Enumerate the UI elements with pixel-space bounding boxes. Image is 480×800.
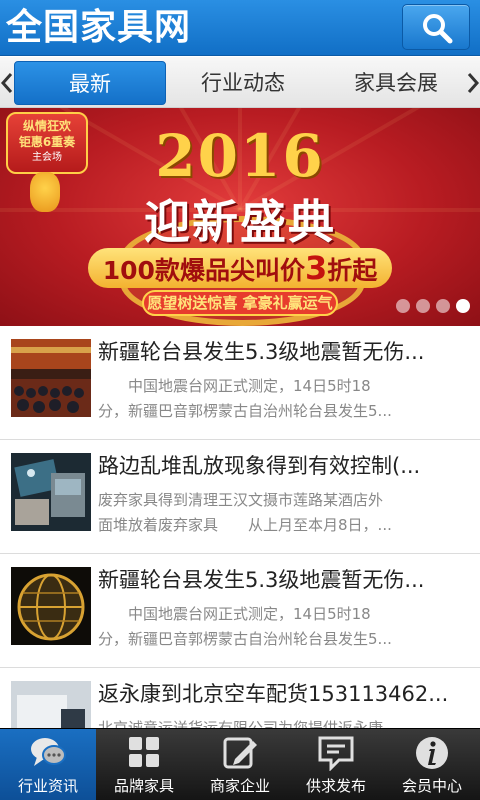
tab-industry-news[interactable]: 行业动态 [168,61,318,105]
info-icon [416,737,448,769]
search-icon [423,14,453,44]
news-thumbnail [11,339,91,417]
nav-brand-furniture[interactable]: 品牌家具 [96,729,192,800]
nav-label: 品牌家具 [113,777,174,795]
nav-member-center[interactable]: 会员中心 [384,729,480,800]
banner-year: 2016 [155,122,325,190]
tab-latest[interactable]: 最新 [14,61,166,105]
promo-banner[interactable]: 纵情狂欢 钜惠6重奏 主会场 2016 迎新盛典 100款爆品尖叫价3折起 愿望… [0,108,480,326]
nav-merchants[interactable]: 商家企业 [192,729,288,800]
carousel-dot[interactable] [436,299,450,313]
subline-post: 折起 [327,256,378,285]
carousel-dot-active[interactable] [456,299,470,313]
category-tabbar: 最新 行业动态 家具会展 [0,57,480,108]
news-thumbnail [11,453,91,531]
subline-number: 3 [304,249,328,287]
bottom-navigation: 行业资讯 品牌家具 商家企业 供求发布 会员中心 [0,728,480,800]
news-list: 新疆轮台县发生5.3级地震暂无伤... 中国地震台网正式测定，14日5时18 分… [0,326,480,782]
list-item[interactable]: 新疆轮台县发生5.3级地震暂无伤... 中国地震台网正式测定，14日5时18 分… [0,554,480,668]
carousel-dot[interactable] [416,299,430,313]
carousel-dot[interactable] [396,299,410,313]
edit-icon [223,737,257,769]
banner-subline: 100款爆品尖叫价3折起 [88,248,392,288]
chat-bubbles-icon [31,738,66,766]
news-title: 路边乱堆乱放现象得到有效控制(... [98,454,421,478]
subline-pre: 100款爆品尖叫价 [102,256,305,285]
scroll-right-icon[interactable] [466,72,480,94]
carousel-indicator [390,298,470,317]
nav-supply-demand[interactable]: 供求发布 [288,729,384,800]
news-title: 新疆轮台县发生5.3级地震暂无伤... [98,568,425,592]
scroll-left-icon[interactable] [0,72,14,94]
banner-headline: 迎新盛典 [144,195,336,249]
nav-label: 供求发布 [305,777,366,795]
nav-industry-news[interactable]: 行业资讯 [0,729,96,800]
list-item[interactable]: 新疆轮台县发生5.3级地震暂无伤... 中国地震台网正式测定，14日5时18 分… [0,326,480,440]
list-item[interactable]: 路边乱堆乱放现象得到有效控制(... 废弃家具得到清理王汉文摄市莲路某酒店外 面… [0,440,480,554]
app-header: 全国家具网 [0,0,480,56]
news-summary: 中国地震台网正式测定，14日5时18 分，新疆巴音郭楞蒙古自治州轮台县发生5..… [98,605,392,648]
tab-furniture-expo[interactable]: 家具会展 [320,61,472,105]
news-title: 新疆轮台县发生5.3级地震暂无伤... [98,340,425,364]
news-title: 返永康到北京空车配货153113462... [98,682,449,706]
search-button[interactable] [402,4,470,50]
news-summary: 废弃家具得到清理王汉文摄市莲路某酒店外 面堆放着废弃家具 从上月至本月8日，..… [98,491,392,534]
nav-label: 行业资讯 [17,777,78,795]
nav-label: 商家企业 [209,777,270,795]
grid-icon [129,737,159,767]
banner-slogan: 愿望树送惊喜 拿豪礼赢运气 [142,290,338,316]
nav-label: 会员中心 [401,777,462,795]
message-icon [318,736,354,771]
news-summary: 中国地震台网正式测定，14日5时18 分，新疆巴音郭楞蒙古自治州轮台县发生5..… [98,377,392,420]
app-title: 全国家具网 [6,6,192,48]
news-thumbnail [11,567,91,645]
